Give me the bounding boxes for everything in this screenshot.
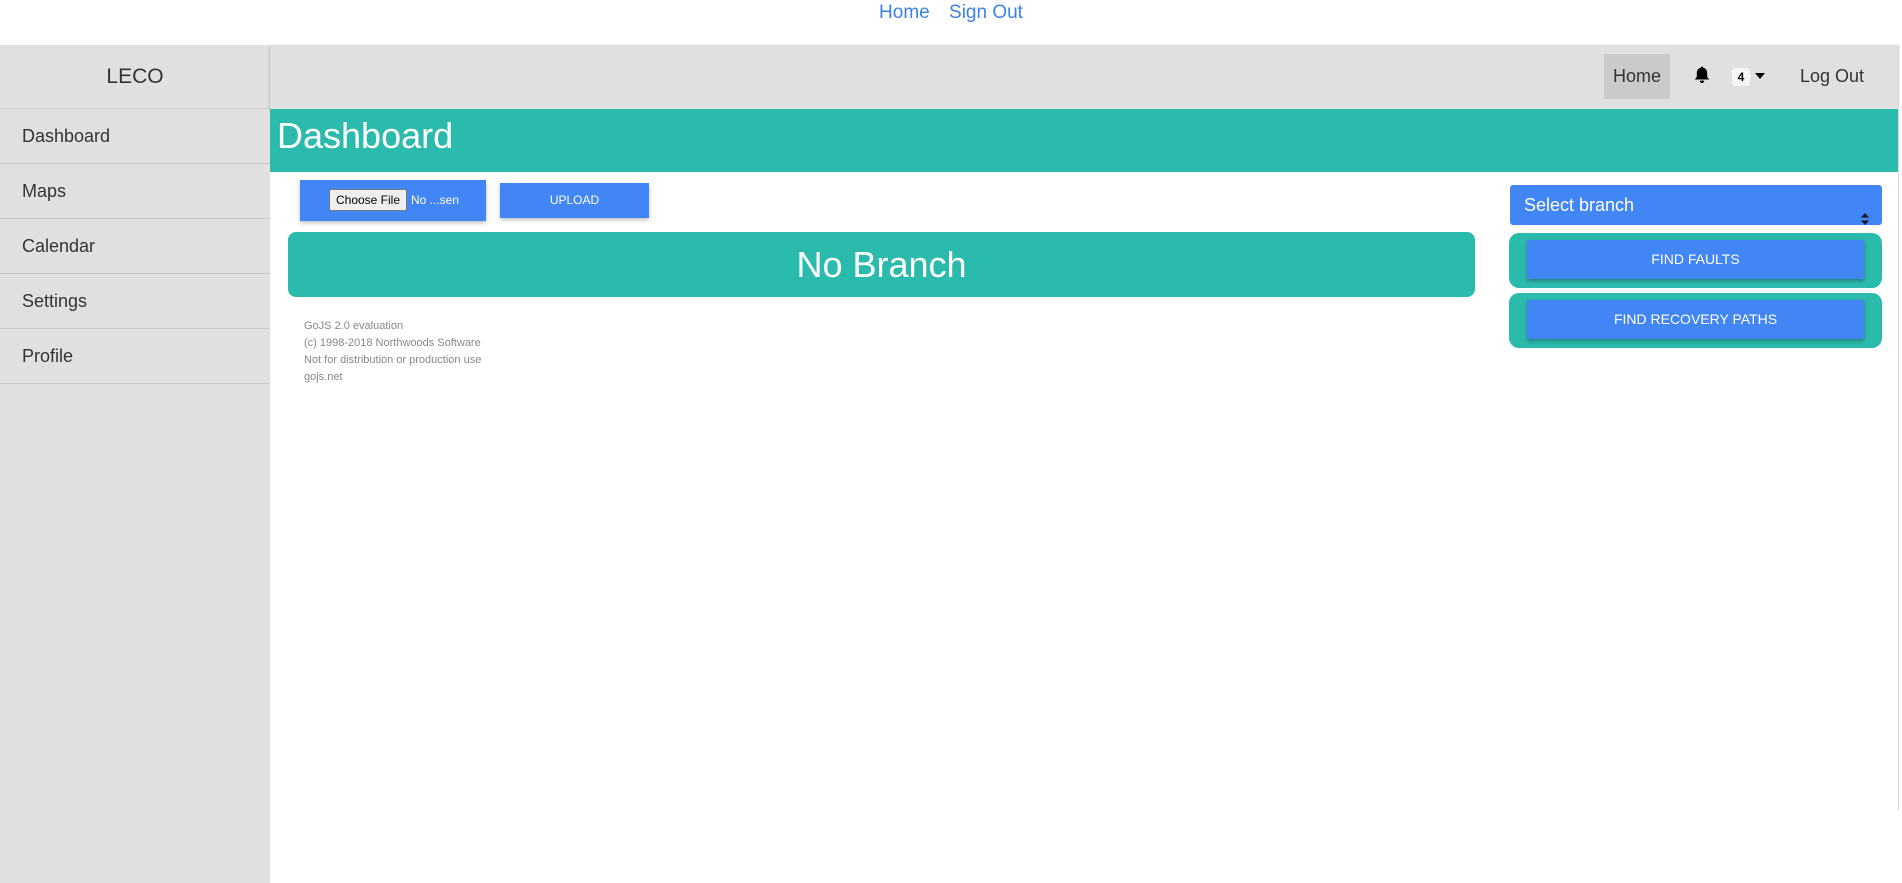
sidebar-item-calendar[interactable]: Calendar (0, 219, 270, 274)
top-navbar: Home 4 Log Out (270, 45, 1898, 109)
upload-button[interactable]: UPLOAD (500, 183, 649, 218)
sidebar-item-profile[interactable]: Profile (0, 329, 270, 384)
find-faults-card: FIND FAULTS (1509, 233, 1882, 288)
select-arrows-icon (1861, 199, 1869, 225)
brand-logo[interactable]: LECO (0, 45, 270, 109)
dashboard-header: Dashboard (270, 109, 1898, 172)
gojs-line-4: gojs.net (304, 371, 343, 383)
logout-link[interactable]: Log Out (1800, 54, 1864, 99)
top-links: Home Sign Out (0, 2, 1902, 24)
branch-select[interactable]: Select branch (1510, 185, 1882, 225)
find-faults-button[interactable]: FIND FAULTS (1527, 240, 1864, 279)
gojs-line-2: (c) 1998-2018 Northwoods Software (304, 337, 481, 349)
gojs-watermark: GoJS 2.0 evaluation (c) 1998-2018 Northw… (304, 318, 481, 386)
nav-home-button[interactable]: Home (1604, 54, 1670, 99)
sidebar: LECO Dashboard Maps Calendar Settings Pr… (0, 45, 270, 883)
notification-count-badge[interactable]: 4 (1732, 68, 1750, 86)
top-strip: Home Sign Out (0, 0, 1902, 45)
choose-file-button[interactable]: Choose File (329, 189, 407, 211)
top-home-link[interactable]: Home (879, 2, 930, 23)
gojs-line-3: Not for distribution or production use (304, 354, 482, 366)
sidebar-item-dashboard[interactable]: Dashboard (0, 109, 270, 164)
find-recovery-paths-button[interactable]: FIND RECOVERY PATHS (1527, 300, 1864, 339)
file-status-text: No ...sen (411, 193, 460, 207)
caret-down-icon[interactable] (1755, 73, 1765, 79)
branch-select-value: Select branch (1524, 195, 1635, 215)
scrollbar-edge (1898, 45, 1899, 810)
find-recovery-card: FIND RECOVERY PATHS (1509, 293, 1882, 348)
page-title: Dashboard (277, 115, 454, 156)
file-input-wrapper: Choose File No ...sen (300, 180, 486, 221)
sidebar-item-maps[interactable]: Maps (0, 164, 270, 219)
branch-banner: No Branch (288, 232, 1475, 297)
sidebar-item-settings[interactable]: Settings (0, 274, 270, 329)
top-sign-out-link[interactable]: Sign Out (949, 2, 1023, 23)
gojs-line-1: GoJS 2.0 evaluation (304, 320, 404, 332)
bell-icon[interactable] (1694, 66, 1710, 84)
